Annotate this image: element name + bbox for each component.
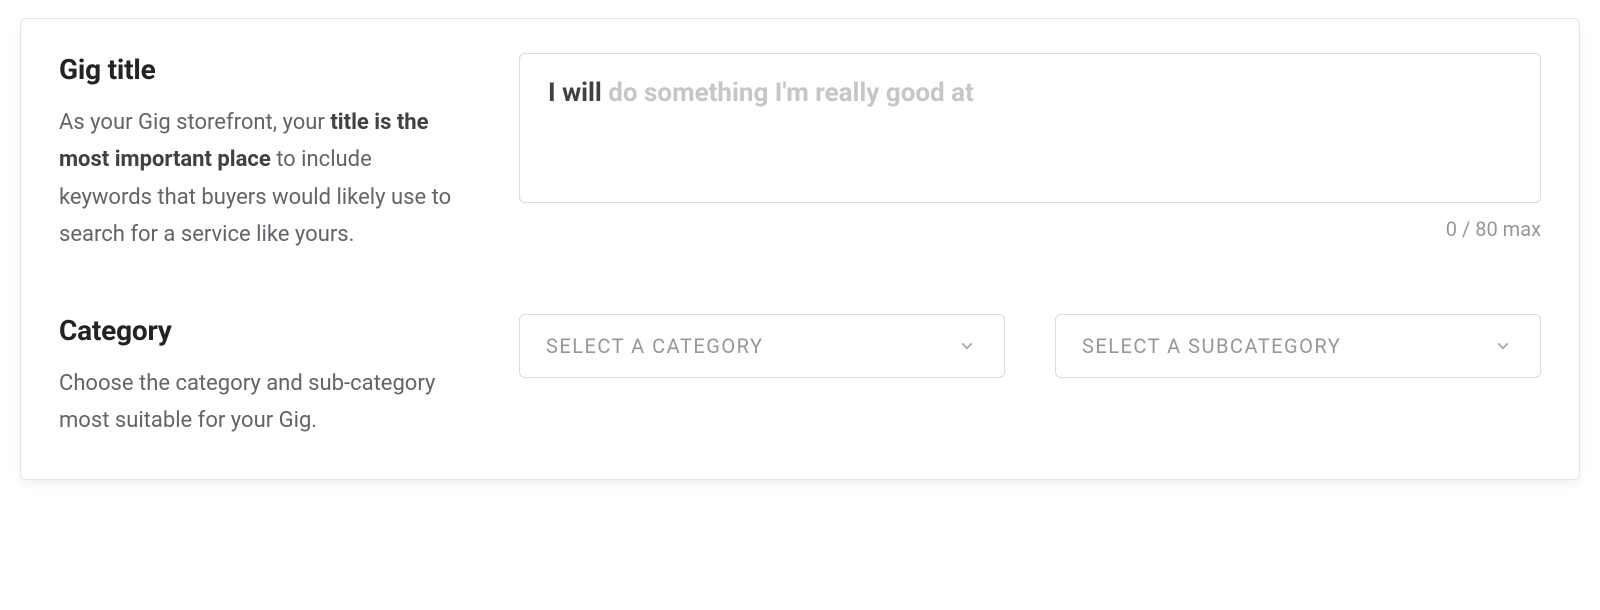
category-heading: Category xyxy=(59,314,459,347)
gig-form-card: Gig title As your Gig storefront, your t… xyxy=(20,18,1580,480)
category-label-col: Category Choose the category and sub-cat… xyxy=(59,314,459,440)
gig-title-heading: Gig title xyxy=(59,53,459,86)
gig-title-field-col: I will do something I'm really good at 0… xyxy=(519,53,1541,241)
gig-title-help: As your Gig storefront, your title is th… xyxy=(59,104,459,254)
subcategory-select[interactable]: SELECT A SUBCATEGORY xyxy=(1055,314,1541,378)
gig-title-prefix: I will xyxy=(548,78,602,108)
category-select[interactable]: SELECT A CATEGORY xyxy=(519,314,1005,378)
category-select-row: SELECT A CATEGORY SELECT A SUBCATEGORY xyxy=(519,314,1541,378)
category-help: Choose the category and sub-category mos… xyxy=(59,365,459,440)
gig-title-char-counter: 0 / 80 max xyxy=(519,217,1541,241)
category-row: Category Choose the category and sub-cat… xyxy=(59,314,1541,440)
gig-title-placeholder: do something I'm really good at xyxy=(608,78,974,108)
gig-title-label-col: Gig title As your Gig storefront, your t… xyxy=(59,53,459,254)
subcategory-select-label: SELECT A SUBCATEGORY xyxy=(1082,334,1341,358)
gig-title-row: Gig title As your Gig storefront, your t… xyxy=(59,53,1541,254)
category-select-label: SELECT A CATEGORY xyxy=(546,334,763,358)
gig-title-input[interactable]: I will do something I'm really good at xyxy=(519,53,1541,203)
chevron-down-icon xyxy=(956,335,978,357)
gig-title-help-pre: As your Gig storefront, your xyxy=(59,110,330,135)
category-field-col: SELECT A CATEGORY SELECT A SUBCATEGORY xyxy=(519,314,1541,378)
chevron-down-icon xyxy=(1492,335,1514,357)
